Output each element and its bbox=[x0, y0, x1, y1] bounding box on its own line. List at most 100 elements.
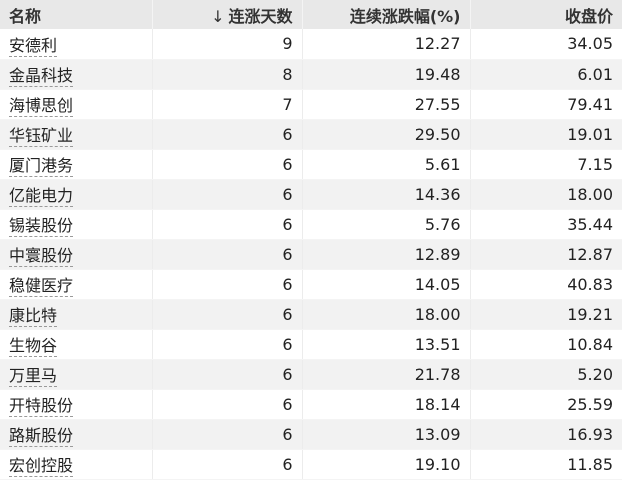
table-row: 生物谷 6 13.51 10.84 bbox=[0, 329, 622, 360]
cell-streak-change: 13.09 bbox=[302, 419, 471, 450]
cell-close-price: 16.93 bbox=[470, 419, 622, 450]
cell-streak-days: 6 bbox=[152, 209, 303, 240]
cell-streak-days: 7 bbox=[152, 89, 303, 120]
cell-name: 开特股份 bbox=[0, 389, 153, 420]
stock-name-link[interactable]: 万里马 bbox=[9, 366, 58, 387]
cell-name: 金晶科技 bbox=[0, 59, 153, 90]
table-row: 锡装股份 6 5.76 35.44 bbox=[0, 209, 622, 240]
stock-name-link[interactable]: 亿能电力 bbox=[9, 186, 74, 207]
cell-streak-days: 6 bbox=[152, 359, 303, 390]
cell-streak-change: 18.00 bbox=[302, 299, 471, 330]
stock-name-link[interactable]: 锡装股份 bbox=[9, 216, 74, 237]
column-header-name[interactable]: 名称 bbox=[0, 0, 153, 29]
cell-streak-change: 13.51 bbox=[302, 329, 471, 360]
stock-streak-table: 名称 ↓ 连涨天数 连续涨跌幅(%) 收盘价 安德利 9 12.27 34.05 … bbox=[0, 0, 622, 480]
cell-name: 亿能电力 bbox=[0, 179, 153, 210]
table-row: 万里马 6 21.78 5.20 bbox=[0, 359, 622, 390]
stock-name-link[interactable]: 厦门港务 bbox=[9, 156, 74, 177]
table-row: 宏创控股 6 19.10 11.85 bbox=[0, 449, 622, 480]
cell-streak-change: 27.55 bbox=[302, 89, 471, 120]
cell-close-price: 18.00 bbox=[470, 179, 622, 210]
cell-streak-change: 29.50 bbox=[302, 119, 471, 150]
header-row: 名称 ↓ 连涨天数 连续涨跌幅(%) 收盘价 bbox=[0, 0, 622, 29]
cell-close-price: 79.41 bbox=[470, 89, 622, 120]
table-header: 名称 ↓ 连涨天数 连续涨跌幅(%) 收盘价 bbox=[0, 0, 622, 29]
cell-close-price: 7.15 bbox=[470, 149, 622, 180]
cell-streak-change: 19.10 bbox=[302, 449, 471, 480]
cell-streak-days: 6 bbox=[152, 329, 303, 360]
cell-streak-change: 21.78 bbox=[302, 359, 471, 390]
cell-name: 万里马 bbox=[0, 359, 153, 390]
stock-name-link[interactable]: 金晶科技 bbox=[9, 66, 74, 87]
stock-name-link[interactable]: 中寰股份 bbox=[9, 246, 74, 267]
stock-name-link[interactable]: 宏创控股 bbox=[9, 456, 74, 477]
table-row: 亿能电力 6 14.36 18.00 bbox=[0, 179, 622, 210]
cell-streak-change: 5.61 bbox=[302, 149, 471, 180]
cell-name: 安德利 bbox=[0, 29, 153, 60]
column-header-streak-change-label: 连续涨跌幅(%) bbox=[349, 6, 461, 26]
column-header-streak-change[interactable]: 连续涨跌幅(%) bbox=[302, 0, 471, 29]
table-row: 康比特 6 18.00 19.21 bbox=[0, 299, 622, 330]
cell-streak-days: 6 bbox=[152, 299, 303, 330]
cell-streak-days: 8 bbox=[152, 59, 303, 90]
stock-name-link[interactable]: 华钰矿业 bbox=[9, 126, 74, 147]
column-header-streak-days[interactable]: ↓ 连涨天数 bbox=[152, 0, 303, 29]
table-row: 金晶科技 8 19.48 6.01 bbox=[0, 59, 622, 90]
table-row: 中寰股份 6 12.89 12.87 bbox=[0, 239, 622, 270]
cell-close-price: 19.21 bbox=[470, 299, 622, 330]
table-body: 安德利 9 12.27 34.05 金晶科技 8 19.48 6.01 海博思创… bbox=[0, 29, 622, 480]
table-row: 安德利 9 12.27 34.05 bbox=[0, 29, 622, 60]
stock-name-link[interactable]: 安德利 bbox=[9, 35, 58, 57]
cell-streak-change: 5.76 bbox=[302, 209, 471, 240]
column-header-streak-days-label: 连涨天数 bbox=[228, 6, 293, 26]
table-row: 厦门港务 6 5.61 7.15 bbox=[0, 149, 622, 180]
cell-streak-days: 6 bbox=[152, 449, 303, 480]
cell-streak-change: 19.48 bbox=[302, 59, 471, 90]
cell-name: 稳健医疗 bbox=[0, 269, 153, 300]
cell-close-price: 35.44 bbox=[470, 209, 622, 240]
table-row: 稳健医疗 6 14.05 40.83 bbox=[0, 269, 622, 300]
stock-name-link[interactable]: 海博思创 bbox=[9, 96, 74, 117]
stock-name-link[interactable]: 开特股份 bbox=[9, 396, 74, 417]
cell-name: 康比特 bbox=[0, 299, 153, 330]
cell-streak-days: 6 bbox=[152, 389, 303, 420]
cell-streak-change: 12.27 bbox=[302, 29, 471, 60]
cell-streak-change: 18.14 bbox=[302, 389, 471, 420]
column-header-close-price-label: 收盘价 bbox=[564, 6, 613, 26]
cell-streak-change: 12.89 bbox=[302, 239, 471, 270]
cell-close-price: 19.01 bbox=[470, 119, 622, 150]
cell-name: 海博思创 bbox=[0, 89, 153, 120]
cell-streak-change: 14.05 bbox=[302, 269, 471, 300]
cell-streak-days: 6 bbox=[152, 239, 303, 270]
cell-name: 华钰矿业 bbox=[0, 119, 153, 150]
cell-close-price: 6.01 bbox=[470, 59, 622, 90]
cell-name: 厦门港务 bbox=[0, 149, 153, 180]
stock-name-link[interactable]: 生物谷 bbox=[9, 336, 58, 357]
cell-name: 路斯股份 bbox=[0, 419, 153, 450]
stock-name-link[interactable]: 康比特 bbox=[9, 306, 58, 327]
cell-streak-days: 6 bbox=[152, 179, 303, 210]
column-header-name-label: 名称 bbox=[9, 6, 42, 26]
cell-close-price: 12.87 bbox=[470, 239, 622, 270]
column-header-close-price[interactable]: 收盘价 bbox=[470, 0, 622, 29]
table-row: 开特股份 6 18.14 25.59 bbox=[0, 389, 622, 420]
table-row: 路斯股份 6 13.09 16.93 bbox=[0, 419, 622, 450]
cell-close-price: 40.83 bbox=[470, 269, 622, 300]
sort-descending-icon: ↓ bbox=[211, 6, 225, 26]
cell-streak-days: 9 bbox=[152, 29, 303, 60]
table-row: 海博思创 7 27.55 79.41 bbox=[0, 89, 622, 120]
cell-streak-change: 14.36 bbox=[302, 179, 471, 210]
stock-name-link[interactable]: 路斯股份 bbox=[9, 426, 74, 447]
cell-streak-days: 6 bbox=[152, 419, 303, 450]
cell-close-price: 25.59 bbox=[470, 389, 622, 420]
cell-streak-days: 6 bbox=[152, 149, 303, 180]
cell-close-price: 10.84 bbox=[470, 329, 622, 360]
cell-close-price: 11.85 bbox=[470, 449, 622, 480]
cell-name: 锡装股份 bbox=[0, 209, 153, 240]
table-row: 华钰矿业 6 29.50 19.01 bbox=[0, 119, 622, 150]
cell-streak-days: 6 bbox=[152, 119, 303, 150]
cell-name: 中寰股份 bbox=[0, 239, 153, 270]
cell-streak-days: 6 bbox=[152, 269, 303, 300]
cell-close-price: 5.20 bbox=[470, 359, 622, 390]
stock-name-link[interactable]: 稳健医疗 bbox=[9, 276, 74, 297]
